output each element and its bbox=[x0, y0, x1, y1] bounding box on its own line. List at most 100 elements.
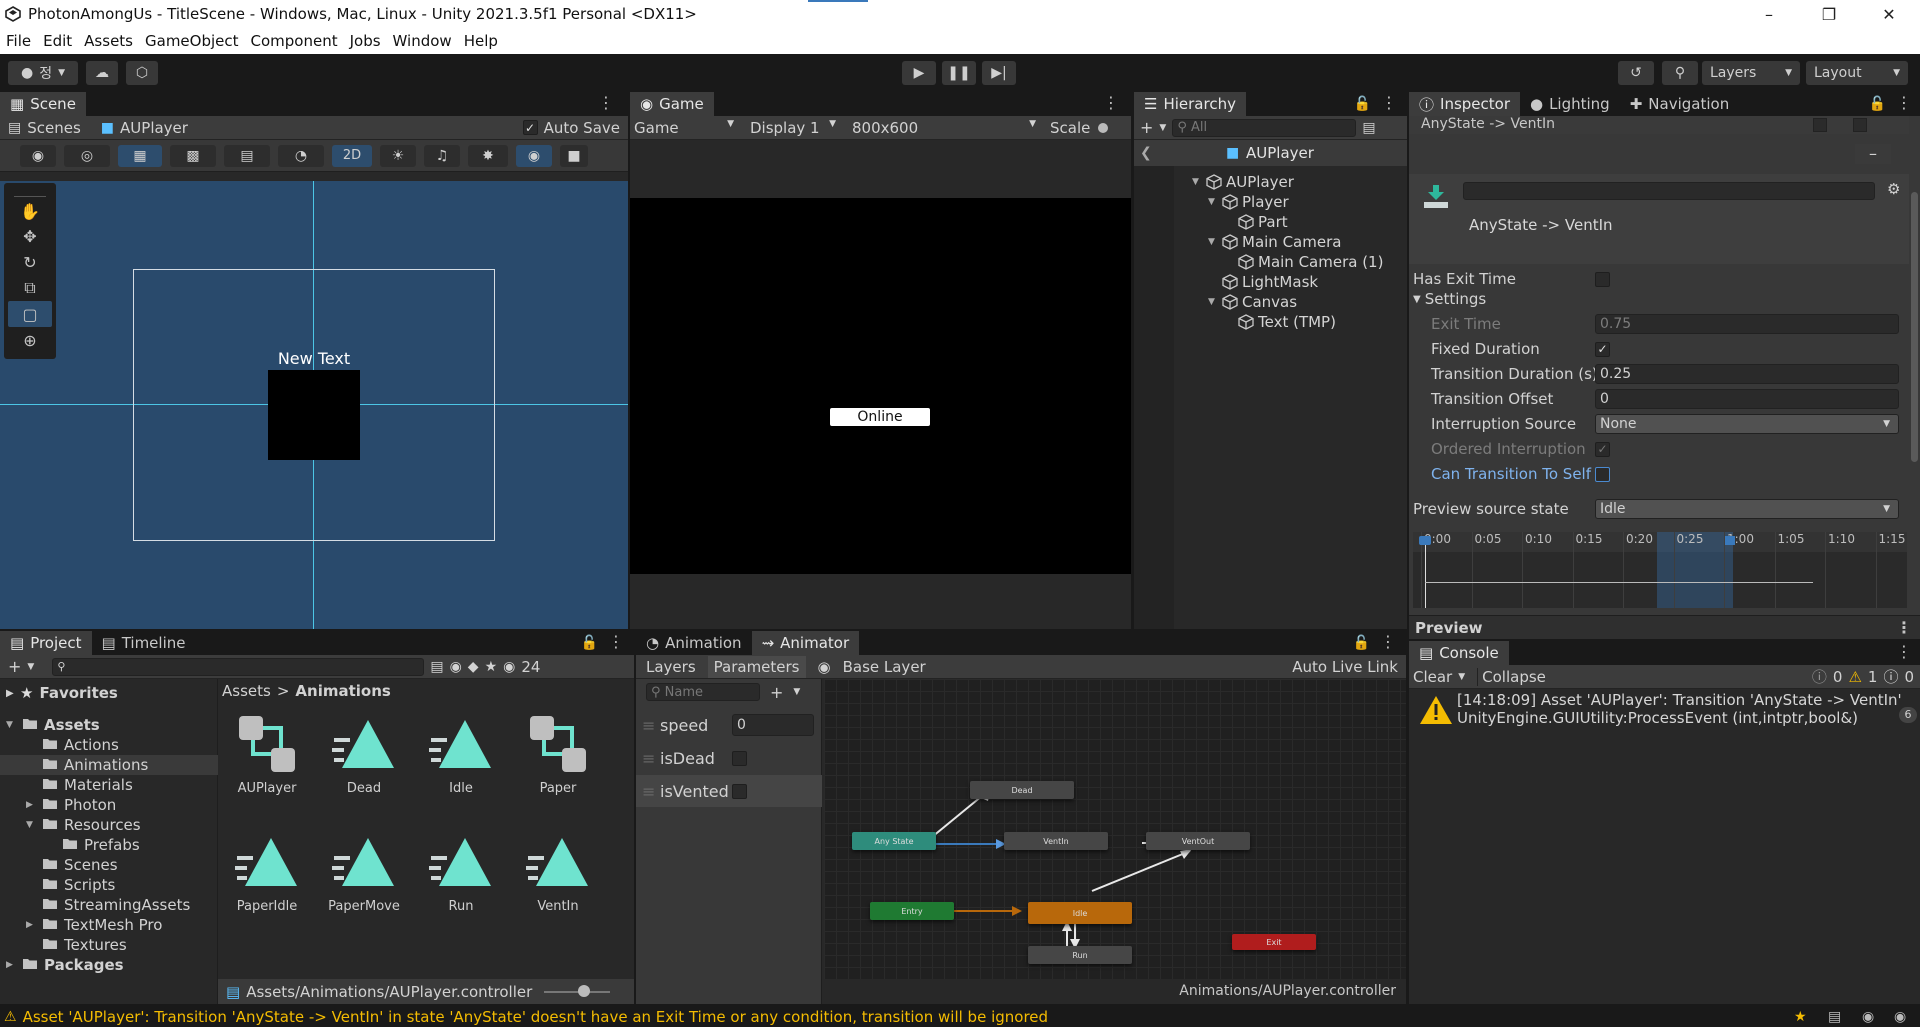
chevron-right-icon[interactable]: ▶ bbox=[26, 920, 42, 930]
history-icon[interactable]: ↺ bbox=[1618, 61, 1654, 85]
hierarchy-item[interactable]: Part bbox=[1224, 212, 1288, 232]
remove-transition-button[interactable]: – bbox=[1855, 144, 1891, 164]
project-folder-item[interactable]: StreamingAssets bbox=[0, 895, 218, 915]
lock-icon[interactable]: 🔓 bbox=[1869, 96, 1886, 112]
grid-snap-icon[interactable]: ▦ bbox=[118, 144, 162, 167]
parameters-tab[interactable]: Parameters bbox=[707, 655, 806, 678]
hand-tool-icon[interactable]: ✋ bbox=[8, 199, 52, 223]
tab-scene[interactable]: ▦ Scene bbox=[0, 92, 86, 116]
search-icon[interactable]: ⚲ bbox=[1662, 61, 1698, 85]
tab-lighting[interactable]: ● Lighting bbox=[1520, 92, 1620, 116]
chevron-down-icon[interactable]: ▼ bbox=[26, 820, 42, 830]
chevron-down-icon[interactable]: ▼ bbox=[1208, 197, 1222, 207]
transition-name-field[interactable] bbox=[1463, 182, 1875, 200]
exit-time-field[interactable]: 0.75 bbox=[1595, 314, 1899, 334]
settings-gear-icon[interactable]: ⚙ bbox=[1887, 180, 1900, 198]
error-count-icon[interactable]: ⓘ bbox=[1883, 666, 1898, 687]
layout-dropdown[interactable]: Layout ▼ bbox=[1806, 61, 1908, 85]
back-icon[interactable]: ❮ bbox=[1140, 145, 1152, 161]
play-button[interactable]: ▶ bbox=[902, 61, 936, 85]
status-message[interactable]: Asset 'AUPlayer': Transition 'AnyState -… bbox=[23, 1008, 1048, 1026]
animation-clip-asset[interactable]: Idle bbox=[416, 707, 506, 796]
state-dead[interactable]: Dead bbox=[970, 781, 1074, 799]
console-entry[interactable]: [14:18:09] Asset 'AUPlayer': Transition … bbox=[1409, 689, 1920, 729]
filter-type-icon[interactable]: ◉ bbox=[450, 659, 462, 675]
transform-tool-icon[interactable]: ⊕ bbox=[8, 327, 52, 353]
camera-icon[interactable]: ■ bbox=[560, 144, 588, 167]
layers-tab[interactable]: Layers bbox=[646, 658, 696, 676]
close-icon[interactable]: ✕ bbox=[1866, 0, 1912, 28]
animator-controller-asset[interactable]: Paper bbox=[513, 707, 603, 796]
parameter-bool-checkbox[interactable] bbox=[732, 783, 747, 799]
hidden-packages-icon[interactable]: ◉ bbox=[503, 659, 515, 675]
menu-gameobject[interactable]: GameObject bbox=[145, 32, 239, 50]
create-icon[interactable]: + bbox=[1140, 118, 1153, 137]
drag-handle-icon[interactable]: ≡ bbox=[642, 782, 660, 801]
drag-handle-icon[interactable]: ≡ bbox=[642, 716, 660, 735]
transition-offset-field[interactable]: 0 bbox=[1595, 389, 1899, 409]
tab-inspector[interactable]: ⓘ Inspector bbox=[1409, 92, 1520, 116]
visibility-icon[interactable]: ◉ bbox=[516, 144, 552, 167]
parameter-search[interactable]: ⚲ Name bbox=[646, 683, 760, 701]
tab-project[interactable]: ▤ Project bbox=[0, 631, 92, 655]
add-parameter-icon[interactable]: + bbox=[770, 683, 783, 702]
lock-icon[interactable]: 🔓 bbox=[1353, 635, 1370, 651]
end-marker[interactable] bbox=[1725, 536, 1735, 545]
hierarchy-menu-icon[interactable]: ⋮ bbox=[1381, 93, 1397, 112]
base-layer-crumb[interactable]: Base Layer bbox=[843, 658, 926, 676]
state-exit[interactable]: Exit bbox=[1232, 934, 1316, 950]
filter-icon[interactable]: ▤ bbox=[1362, 120, 1375, 136]
pause-button[interactable]: ❚❚ bbox=[942, 61, 976, 85]
hierarchy-item[interactable]: ▼ Canvas bbox=[1208, 292, 1297, 312]
menu-assets[interactable]: Assets bbox=[84, 32, 133, 50]
lock-icon[interactable]: 🔓 bbox=[1354, 96, 1371, 112]
cache-server-icon[interactable]: ▤ bbox=[1828, 1009, 1841, 1025]
transition-timeline[interactable]: 0:00 0:05 0:10 0:15 0:20 0:25 1:00 1:05 1:10 1:15 bbox=[1413, 532, 1907, 608]
eye-icon[interactable]: ◉ bbox=[818, 658, 831, 676]
breadcrumb-prefab[interactable]: AUPlayer bbox=[120, 119, 188, 137]
transition-duration-field[interactable]: 0.25 bbox=[1595, 364, 1899, 384]
render-mode-icon[interactable]: ◔ bbox=[278, 144, 324, 167]
resolution-dropdown[interactable]: 800x600 ▼ bbox=[844, 119, 1044, 137]
hierarchy-item[interactable]: Text (TMP) bbox=[1224, 312, 1336, 332]
menu-file[interactable]: File bbox=[6, 32, 31, 50]
menu-edit[interactable]: Edit bbox=[43, 32, 72, 50]
menu-component[interactable]: Component bbox=[251, 32, 338, 50]
project-search[interactable]: ⚲ bbox=[52, 657, 425, 676]
state-any-state[interactable]: Any State bbox=[852, 832, 936, 850]
tab-animation[interactable]: ◔ Animation bbox=[636, 631, 752, 655]
start-marker[interactable] bbox=[1419, 536, 1431, 545]
create-icon[interactable]: + bbox=[8, 657, 21, 676]
player-sprite[interactable] bbox=[268, 370, 360, 460]
chevron-down-icon[interactable]: ▼ bbox=[1208, 237, 1222, 247]
auto-save-checkbox[interactable]: ✓ bbox=[522, 120, 538, 135]
display-dropdown[interactable]: Display 1 ▼ bbox=[742, 119, 844, 137]
animation-clip-asset[interactable]: PaperMove bbox=[319, 825, 409, 914]
menu-window[interactable]: Window bbox=[393, 32, 452, 50]
project-folder-item[interactable]: Scenes bbox=[0, 855, 218, 875]
2d-toggle[interactable]: 2D bbox=[332, 144, 372, 167]
favorites-label[interactable]: Favorites bbox=[39, 684, 117, 702]
animation-clip-asset[interactable]: Run bbox=[416, 825, 506, 914]
tab-console[interactable]: ▤ Console bbox=[1409, 641, 1509, 665]
settings-foldout[interactable]: Settings bbox=[1425, 290, 1487, 308]
draw-mode-icon[interactable]: ◉ bbox=[20, 144, 56, 167]
tab-navigation[interactable]: ✚ Navigation bbox=[1620, 92, 1739, 116]
preview-menu-icon[interactable]: ⋮ bbox=[1896, 618, 1912, 637]
animation-clip-asset[interactable]: Dead bbox=[319, 707, 409, 796]
search-type-icon[interactable]: ▤ bbox=[430, 659, 443, 675]
hierarchy-item[interactable]: ▼ AUPlayer bbox=[1192, 172, 1294, 192]
animator-graph[interactable]: Dead Any State VentIn VentOut Entry Idle… bbox=[824, 679, 1406, 979]
project-menu-icon[interactable]: ⋮ bbox=[608, 632, 624, 651]
menu-help[interactable]: Help bbox=[464, 32, 498, 50]
debug-icon[interactable]: ◉ bbox=[1862, 1009, 1874, 1025]
favorite-star-icon[interactable]: ★ bbox=[485, 659, 498, 675]
move-tool-icon[interactable]: ✥ bbox=[8, 223, 52, 249]
icon-size-slider[interactable] bbox=[578, 985, 590, 997]
game-viewport[interactable]: Online bbox=[630, 198, 1131, 574]
effects-icon[interactable]: ✸ bbox=[468, 144, 508, 167]
tab-hierarchy[interactable]: ☰ Hierarchy bbox=[1134, 92, 1246, 116]
lighting-icon[interactable]: ☀ bbox=[380, 144, 416, 167]
game-view-dropdown[interactable]: Game ▼ bbox=[634, 119, 742, 137]
layers-dropdown[interactable]: Layers ▼ bbox=[1702, 61, 1800, 85]
